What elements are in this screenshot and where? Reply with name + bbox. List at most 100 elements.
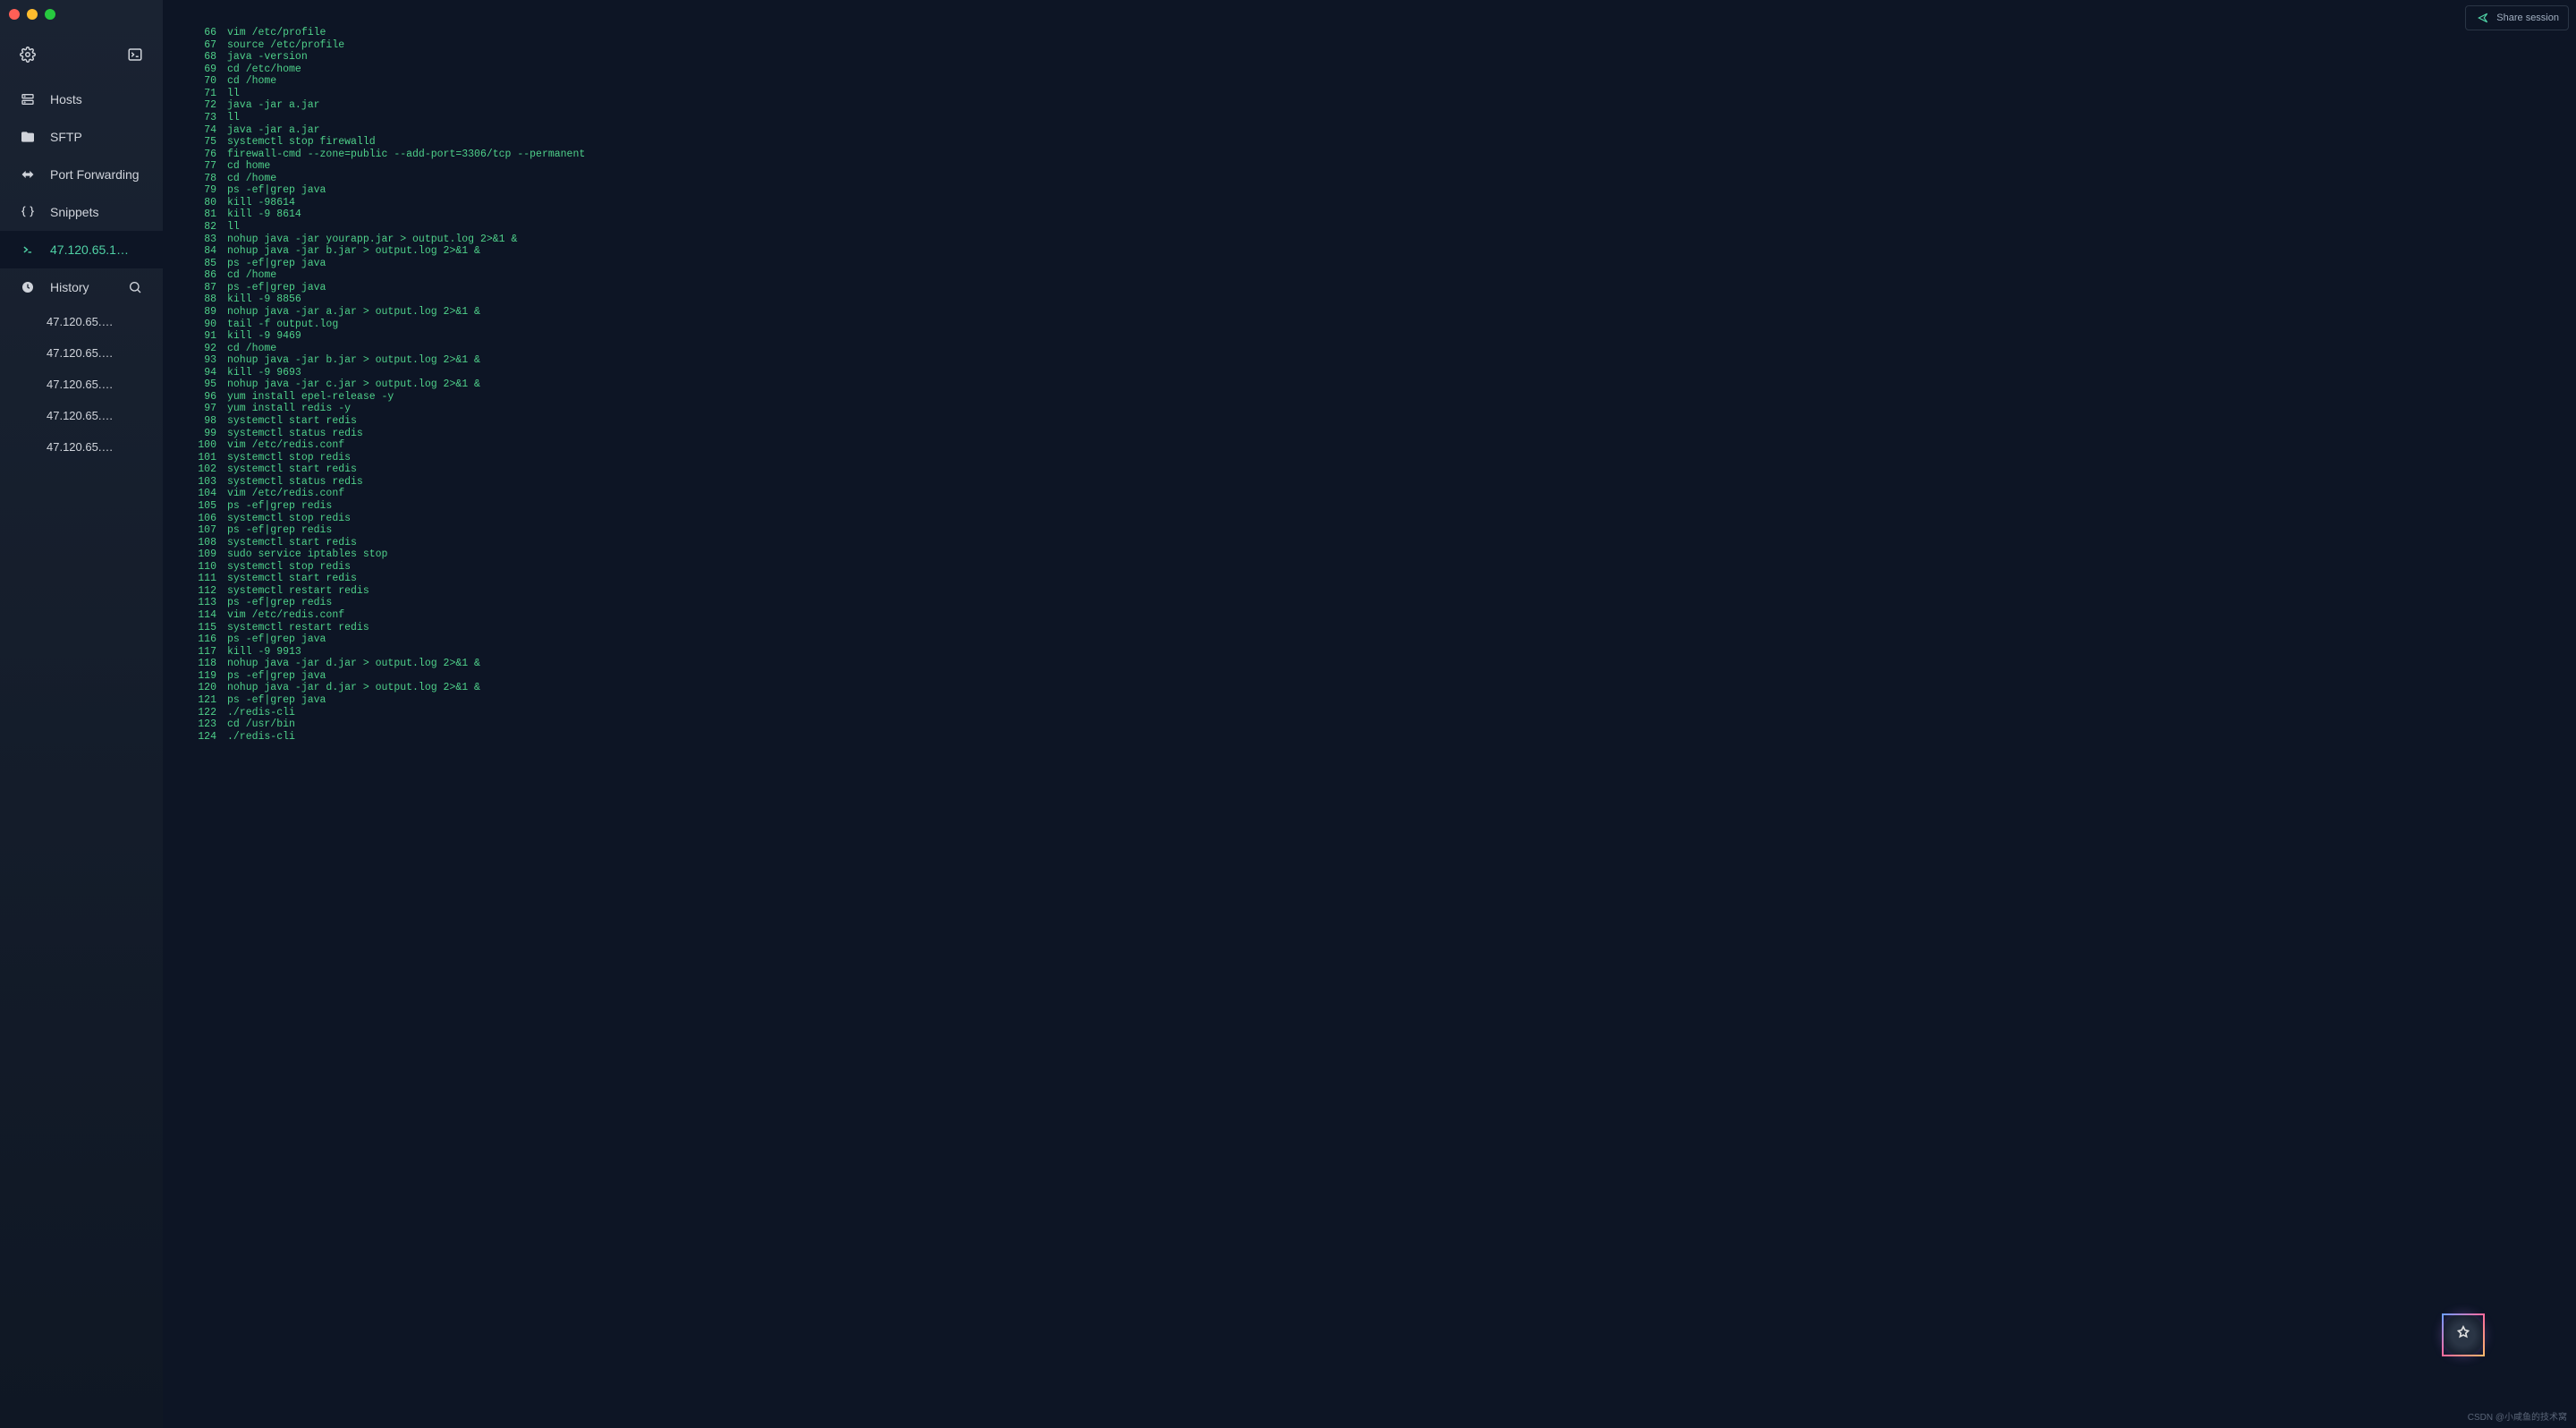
terminal-line: 118nohup java -jar d.jar > output.log 2>… bbox=[181, 658, 2576, 670]
folder-icon bbox=[20, 129, 36, 145]
share-label: Share session bbox=[2496, 13, 2559, 23]
terminal-line: 85ps -ef|grep java bbox=[181, 258, 2576, 270]
nav-label: Hosts bbox=[50, 92, 82, 106]
terminal-line: 93nohup java -jar b.jar > output.log 2>&… bbox=[181, 354, 2576, 367]
terminal-line: 109sudo service iptables stop bbox=[181, 548, 2576, 561]
terminal-line: 94kill -9 9693 bbox=[181, 367, 2576, 379]
terminal-line: 84nohup java -jar b.jar > output.log 2>&… bbox=[181, 245, 2576, 258]
terminal-line: 97yum install redis -y bbox=[181, 403, 2576, 415]
history-item[interactable]: 47.120.65.… bbox=[0, 400, 163, 431]
search-icon[interactable] bbox=[127, 279, 143, 295]
terminal-line: 110systemctl stop redis bbox=[181, 561, 2576, 574]
terminal-line: 103systemctl status redis bbox=[181, 476, 2576, 489]
nav-label: 47.120.65.1… bbox=[50, 242, 129, 257]
terminal-line: 114vim /etc/redis.conf bbox=[181, 609, 2576, 622]
gear-icon[interactable] bbox=[20, 47, 36, 63]
terminal-line: 121ps -ef|grep java bbox=[181, 694, 2576, 707]
terminal-line: 70cd /home bbox=[181, 75, 2576, 88]
hosts-icon bbox=[20, 91, 36, 107]
terminal-line: 86cd /home bbox=[181, 269, 2576, 282]
clock-icon bbox=[20, 279, 36, 295]
ai-assistant-button[interactable] bbox=[2442, 1313, 2485, 1356]
history-item[interactable]: 47.120.65.… bbox=[0, 306, 163, 337]
terminal-line: 98systemctl start redis bbox=[181, 415, 2576, 428]
terminal-line: 89nohup java -jar a.jar > output.log 2>&… bbox=[181, 306, 2576, 319]
history-item[interactable]: 47.120.65.… bbox=[0, 431, 163, 463]
terminal-line: 108systemctl start redis bbox=[181, 537, 2576, 549]
terminal-line: 99systemctl status redis bbox=[181, 428, 2576, 440]
terminal-line: 122./redis-cli bbox=[181, 707, 2576, 719]
window-controls bbox=[0, 0, 163, 29]
history-list: 47.120.65.… 47.120.65.… 47.120.65.… 47.1… bbox=[0, 306, 163, 463]
terminal-line: 71ll bbox=[181, 88, 2576, 100]
terminal-line: 115systemctl restart redis bbox=[181, 622, 2576, 634]
terminal-line: 74java -jar a.jar bbox=[181, 124, 2576, 137]
terminal-line: 96yum install epel-release -y bbox=[181, 391, 2576, 404]
history-header[interactable]: History bbox=[0, 268, 163, 306]
terminal-line: 95nohup java -jar c.jar > output.log 2>&… bbox=[181, 378, 2576, 391]
share-icon bbox=[2475, 10, 2491, 26]
terminal-line: 102systemctl start redis bbox=[181, 463, 2576, 476]
share-session-button[interactable]: Share session bbox=[2465, 5, 2569, 30]
nav-label: Snippets bbox=[50, 205, 98, 219]
history-header-left: History bbox=[20, 279, 89, 295]
terminal-line: 73ll bbox=[181, 112, 2576, 124]
terminal-line: 92cd /home bbox=[181, 343, 2576, 355]
terminal-line: 113ps -ef|grep redis bbox=[181, 597, 2576, 609]
terminal-line: 79ps -ef|grep java bbox=[181, 184, 2576, 197]
minimize-window-icon[interactable] bbox=[27, 9, 38, 20]
terminal-line: 112systemctl restart redis bbox=[181, 585, 2576, 598]
history-item[interactable]: 47.120.65.… bbox=[0, 369, 163, 400]
terminal-line: 91kill -9 9469 bbox=[181, 330, 2576, 343]
terminal-line: 104vim /etc/redis.conf bbox=[181, 488, 2576, 500]
terminal-line: 69cd /etc/home bbox=[181, 64, 2576, 76]
prompt-icon bbox=[20, 242, 36, 258]
maximize-window-icon[interactable] bbox=[45, 9, 55, 20]
top-icons bbox=[0, 29, 163, 81]
nav-label: SFTP bbox=[50, 130, 82, 144]
nav-snippets[interactable]: Snippets bbox=[0, 193, 163, 231]
terminal-line: 123cd /usr/bin bbox=[181, 718, 2576, 731]
terminal-icon[interactable] bbox=[127, 47, 143, 63]
nav-hosts[interactable]: Hosts bbox=[0, 81, 163, 118]
terminal-line: 82ll bbox=[181, 221, 2576, 234]
terminal-line: 116ps -ef|grep java bbox=[181, 633, 2576, 646]
nav-sftp[interactable]: SFTP bbox=[0, 118, 163, 156]
nav-items: Hosts SFTP Port Forwarding Snippets 47.1… bbox=[0, 81, 163, 268]
history-label: History bbox=[50, 280, 89, 294]
terminal-line: 111systemctl start redis bbox=[181, 573, 2576, 585]
nav-port-forwarding[interactable]: Port Forwarding bbox=[0, 156, 163, 193]
terminal-line: 105ps -ef|grep redis bbox=[181, 500, 2576, 513]
terminal-line: 72java -jar a.jar bbox=[181, 99, 2576, 112]
terminal-line: 68java -version bbox=[181, 51, 2576, 64]
terminal-line: 81kill -9 8614 bbox=[181, 208, 2576, 221]
braces-icon bbox=[20, 204, 36, 220]
sidebar: Hosts SFTP Port Forwarding Snippets 47.1… bbox=[0, 0, 163, 1428]
history-item[interactable]: 47.120.65.… bbox=[0, 337, 163, 369]
terminal-line: 106systemctl stop redis bbox=[181, 513, 2576, 525]
ai-icon bbox=[2444, 1315, 2483, 1355]
terminal-line: 87ps -ef|grep java bbox=[181, 282, 2576, 294]
terminal-line: 124./redis-cli bbox=[181, 731, 2576, 744]
forward-icon bbox=[20, 166, 36, 183]
terminal-line: 90tail -f output.log bbox=[181, 319, 2576, 331]
close-window-icon[interactable] bbox=[9, 9, 20, 20]
main-panel: Share session 66vim /etc/profile67source… bbox=[163, 0, 2576, 1428]
terminal-line: 88kill -9 8856 bbox=[181, 293, 2576, 306]
terminal-line: 78cd /home bbox=[181, 173, 2576, 185]
terminal-line: 67source /etc/profile bbox=[181, 39, 2576, 52]
terminal-line: 107ps -ef|grep redis bbox=[181, 524, 2576, 537]
watermark: CSDN @小咸鱼的技术窝 bbox=[2468, 1409, 2567, 1423]
terminal-line: 75systemctl stop firewalld bbox=[181, 136, 2576, 149]
terminal-line: 120nohup java -jar d.jar > output.log 2>… bbox=[181, 682, 2576, 694]
terminal-line: 117kill -9 9913 bbox=[181, 646, 2576, 659]
nav-label: Port Forwarding bbox=[50, 167, 140, 182]
nav-active-session[interactable]: 47.120.65.1… bbox=[0, 231, 163, 268]
terminal-line: 83nohup java -jar yourapp.jar > output.l… bbox=[181, 234, 2576, 246]
terminal-line: 76firewall-cmd --zone=public --add-port=… bbox=[181, 149, 2576, 161]
terminal-line: 80kill -98614 bbox=[181, 197, 2576, 209]
terminal-line: 100vim /etc/redis.conf bbox=[181, 439, 2576, 452]
terminal-output[interactable]: 66vim /etc/profile67source /etc/profile6… bbox=[163, 0, 2576, 1428]
terminal-line: 119ps -ef|grep java bbox=[181, 670, 2576, 683]
terminal-line: 101systemctl stop redis bbox=[181, 452, 2576, 464]
